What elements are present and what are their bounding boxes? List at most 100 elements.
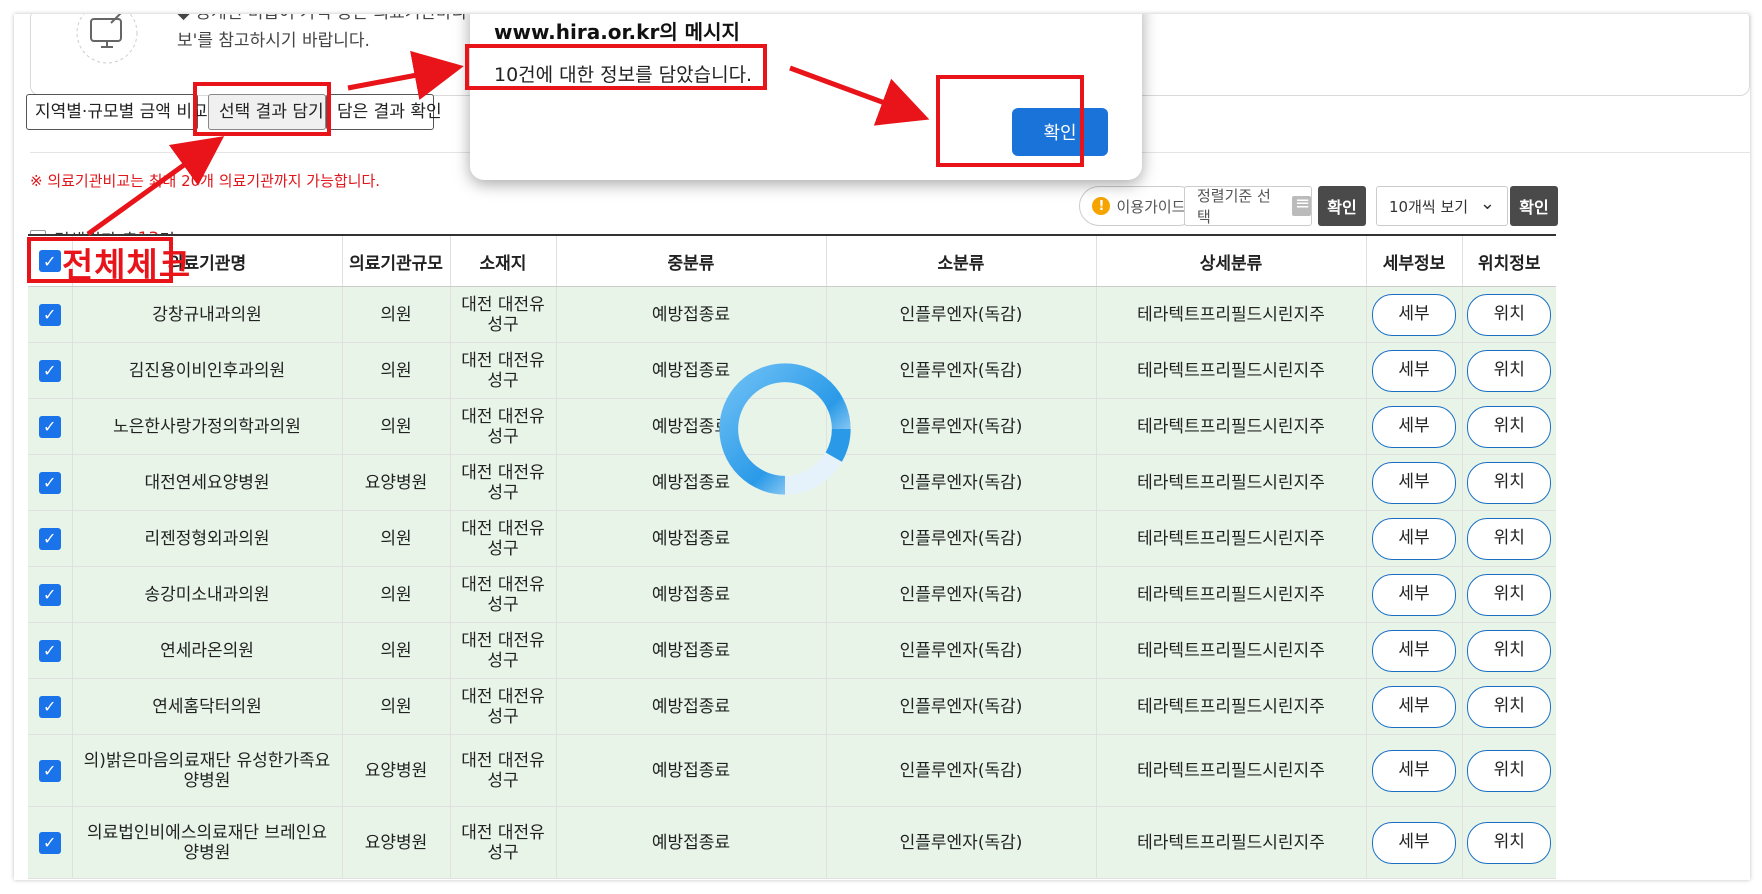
sub-category: 인플루엔자(독감) <box>825 566 1096 623</box>
row-checkbox-cell[interactable]: ✓ <box>28 566 72 623</box>
location-button[interactable]: 위치 <box>1467 349 1552 392</box>
hospital-location: 대전 대전유 성구 <box>449 566 556 623</box>
row-checkbox[interactable]: ✓ <box>38 831 61 854</box>
dialog-title: www.hira.or.kr의 메시지 <box>494 20 740 44</box>
detail-button[interactable]: 세부 <box>1372 685 1456 728</box>
detail-category: 테라텍트프리필드시린지주 <box>1095 454 1366 511</box>
detail-category: 테라텍트프리필드시린지주 <box>1095 510 1366 567</box>
view-saved-button[interactable]: 담은 결과 확인 <box>326 94 442 130</box>
list-icon <box>1292 193 1311 216</box>
page-size-value: 10개씩 보기 <box>1389 197 1469 216</box>
sub-category: 인플루엔자(독감) <box>825 734 1096 807</box>
row-checkbox-cell[interactable]: ✓ <box>28 398 72 455</box>
region-compare-button[interactable]: 지역별·규모별 금액 비교 <box>26 94 208 130</box>
header-size: 의료기관규모 <box>341 234 450 287</box>
header-detail-info: 세부정보 <box>1365 234 1462 287</box>
hospital-size: 의원 <box>341 286 450 343</box>
detail-category: 테라텍트프리필드시린지주 <box>1095 806 1366 879</box>
table-header-row: ✓ 의료기관명 의료기관규모 소재지 중분류 소분류 상세분류 세부정보 위치정… <box>28 234 1556 287</box>
hospital-location: 대전 대전유 성구 <box>449 806 556 879</box>
hospital-size: 요양병원 <box>341 454 450 511</box>
row-checkbox-cell[interactable]: ✓ <box>28 622 72 679</box>
detail-button[interactable]: 세부 <box>1372 749 1456 792</box>
location-line-1: 대전 대전유 <box>461 686 545 707</box>
computer-edit-icon <box>76 14 138 64</box>
mid-category: 예방접종료 <box>555 622 826 679</box>
header-location-info: 위치정보 <box>1461 234 1556 287</box>
location-button[interactable]: 위치 <box>1467 573 1552 616</box>
row-checkbox[interactable]: ✓ <box>38 359 61 382</box>
mid-category: 예방접종료 <box>555 806 826 879</box>
row-checkbox[interactable]: ✓ <box>38 583 61 606</box>
location-line-1: 대전 대전유 <box>461 406 545 427</box>
detail-info-cell: 세부 <box>1365 806 1462 879</box>
annotation-box-add-selected <box>193 82 331 136</box>
sort-confirm-button[interactable]: 확인 <box>1318 186 1366 226</box>
mid-category: 예방접종료 <box>555 734 826 807</box>
detail-button[interactable]: 세부 <box>1372 461 1456 504</box>
table-row: ✓ 의)밝은마음의료재단 유성한가족요양병원 요양병원 대전 대전유 성구 예방접종료 인플… <box>28 734 1556 807</box>
hospital-name: 의)밝은마음의료재단 유성한가족요양병원 <box>71 734 342 807</box>
detail-category: 테라텍트프리필드시린지주 <box>1095 622 1366 679</box>
sort-select[interactable]: 정렬기준 선택 <box>1184 186 1312 226</box>
detail-button[interactable]: 세부 <box>1372 405 1456 448</box>
table-row: ✓ 송강미소내과의원 의원 대전 대전유 성구 예방접종료 인플루엔자(독감) 테라텍트프리필… <box>28 566 1556 623</box>
detail-button[interactable]: 세부 <box>1372 517 1456 560</box>
row-checkbox-cell[interactable]: ✓ <box>28 286 72 343</box>
location-button[interactable]: 위치 <box>1467 629 1552 672</box>
detail-button[interactable]: 세부 <box>1372 629 1456 672</box>
annotation-check-all-label: 전체체크 <box>62 246 192 286</box>
row-checkbox-cell[interactable]: ✓ <box>28 734 72 807</box>
mid-category: 예방접종료 <box>555 510 826 567</box>
hospital-size: 의원 <box>341 678 450 735</box>
location-button[interactable]: 위치 <box>1467 685 1552 728</box>
sub-category: 인플루엔자(독감) <box>825 342 1096 399</box>
location-button[interactable]: 위치 <box>1467 517 1552 560</box>
guide-button[interactable]: ! 이용가이드 <box>1079 186 1199 226</box>
hospital-name: 김진용이비인후과의원 <box>71 342 342 399</box>
detail-category: 테라텍트프리필드시린지주 <box>1095 566 1366 623</box>
mid-category: 예방접종료 <box>555 566 826 623</box>
page-size-select[interactable]: 10개씩 보기 ⌄ <box>1376 186 1508 226</box>
location-button[interactable]: 위치 <box>1467 461 1552 504</box>
detail-button[interactable]: 세부 <box>1372 821 1456 864</box>
location-button[interactable]: 위치 <box>1467 749 1552 792</box>
table-row: ✓ 연세라온의원 의원 대전 대전유 성구 예방접종료 인플루엔자(독감) 테라텍트프리필드시… <box>28 622 1556 679</box>
row-checkbox[interactable]: ✓ <box>38 639 61 662</box>
row-checkbox[interactable]: ✓ <box>38 303 61 326</box>
table-row: ✓ 강창규내과의원 의원 대전 대전유 성구 예방접종료 인플루엔자(독감) 테라텍트프리필드… <box>28 286 1556 343</box>
location-info-cell: 위치 <box>1461 566 1556 623</box>
detail-button[interactable]: 세부 <box>1372 293 1456 336</box>
location-line-1: 대전 대전유 <box>461 630 545 651</box>
row-checkbox[interactable]: ✓ <box>38 471 61 494</box>
row-checkbox[interactable]: ✓ <box>38 759 61 782</box>
table-row: ✓ 연세홈닥터의원 의원 대전 대전유 성구 예방접종료 인플루엔자(독감) 테라텍트프리필드… <box>28 678 1556 735</box>
location-button[interactable]: 위치 <box>1467 293 1552 336</box>
header-location: 소재지 <box>449 234 556 287</box>
row-checkbox-cell[interactable]: ✓ <box>28 342 72 399</box>
sub-category: 인플루엔자(독감) <box>825 806 1096 879</box>
detail-info-cell: 세부 <box>1365 286 1462 343</box>
hospital-size: 요양병원 <box>341 806 450 879</box>
hospital-name: 리젠정형외과의원 <box>71 510 342 567</box>
row-checkbox-cell[interactable]: ✓ <box>28 806 72 879</box>
row-checkbox[interactable]: ✓ <box>38 527 61 550</box>
location-button[interactable]: 위치 <box>1467 821 1552 864</box>
page-size-confirm-button[interactable]: 확인 <box>1510 186 1558 226</box>
location-button[interactable]: 위치 <box>1467 405 1552 448</box>
row-checkbox-cell[interactable]: ✓ <box>28 678 72 735</box>
detail-category: 테라텍트프리필드시린지주 <box>1095 398 1366 455</box>
detail-button[interactable]: 세부 <box>1372 349 1456 392</box>
row-checkbox-cell[interactable]: ✓ <box>28 510 72 567</box>
warning-icon: ! <box>1092 197 1111 215</box>
hospital-size: 요양병원 <box>341 734 450 807</box>
detail-category: 테라텍트프리필드시린지주 <box>1095 734 1366 807</box>
row-checkbox-cell[interactable]: ✓ <box>28 454 72 511</box>
row-checkbox[interactable]: ✓ <box>38 415 61 438</box>
location-line-2: 성구 <box>487 538 519 559</box>
row-checkbox[interactable]: ✓ <box>38 695 61 718</box>
hospital-location: 대전 대전유 성구 <box>449 342 556 399</box>
location-line-1: 대전 대전유 <box>461 822 545 843</box>
hospital-location: 대전 대전유 성구 <box>449 454 556 511</box>
detail-button[interactable]: 세부 <box>1372 573 1456 616</box>
